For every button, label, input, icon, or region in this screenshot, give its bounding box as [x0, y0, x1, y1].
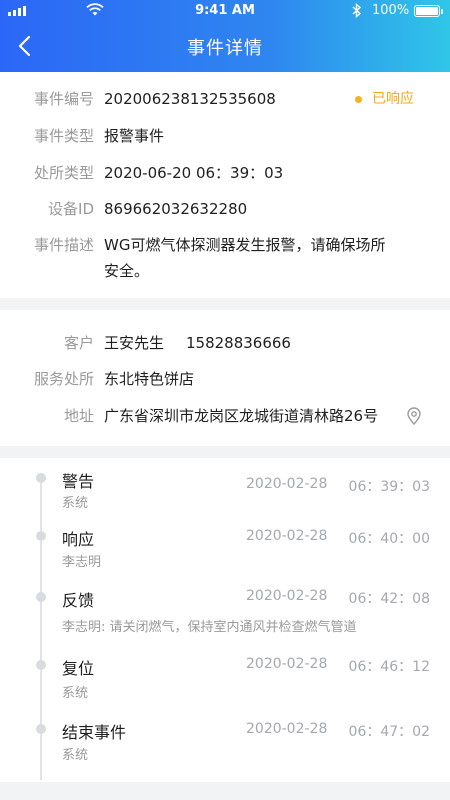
timeline-dot — [36, 660, 46, 670]
event-desc-label: 事件描述 — [33, 236, 94, 254]
timeline-sub: 李志明: 请关闭燃气，保持室内通风并检查燃气管道 — [62, 620, 357, 635]
timeline-dot — [36, 531, 46, 541]
battery-percentage: 100% — [372, 3, 410, 18]
event-info-card: 事件编号 202006238132535608 已响应 事件类型 报警事件 处所… — [0, 72, 450, 298]
event-time-value: 2020-06-20 06：39：03 — [104, 164, 284, 182]
client-name: 王安先生 — [104, 334, 165, 352]
status-bar: 9:41 AM 100% — [0, 0, 450, 22]
event-time-label: 处所类型 — [33, 164, 94, 182]
timeline-title: 结束事件 — [62, 723, 127, 742]
status-dot — [355, 96, 362, 103]
timeline-sub: 李志明 — [62, 555, 102, 570]
location-pin-icon[interactable] — [406, 407, 422, 425]
app-header: 9:41 AM 100% 事件详情 — [0, 0, 450, 72]
timeline-line — [40, 478, 42, 780]
timeline-dot — [36, 473, 46, 483]
event-desc-line1: WG可燃气体探测器发生报警，请确保场所 — [104, 236, 386, 254]
timeline-title: 警告 — [62, 472, 95, 491]
timeline-date: 2020-02-28 — [246, 656, 328, 672]
battery-icon — [414, 5, 443, 17]
timeline-sub: 系统 — [62, 748, 89, 763]
event-type-value: 报警事件 — [104, 127, 165, 145]
customer-card: 客户 王安先生 15828836666 服务处所 东北特色饼店 地址 广东省深圳… — [0, 310, 450, 446]
timeline-date: 2020-02-28 — [246, 721, 328, 737]
venue-value: 东北特色饼店 — [104, 370, 195, 388]
timeline-time: 06：47：02 — [348, 724, 430, 740]
timeline-dot — [36, 724, 46, 734]
timeline-title: 响应 — [62, 530, 95, 549]
event-id-value: 202006238132535608 — [104, 90, 276, 108]
device-id-label: 设备ID — [48, 200, 94, 218]
timeline-date: 2020-02-28 — [246, 588, 328, 604]
device-id-value: 869662032632280 — [104, 200, 248, 218]
timeline-sub: 系统 — [62, 496, 89, 511]
page-title: 事件详情 — [187, 38, 263, 59]
timeline-dot — [36, 592, 46, 602]
timeline-sub: 系统 — [62, 686, 89, 701]
timeline-title: 反馈 — [62, 591, 95, 610]
address-value: 广东省深圳市龙岗区龙城街道清林路26号 — [104, 407, 379, 425]
address-label: 地址 — [63, 407, 94, 425]
event-id-label: 事件编号 — [33, 90, 94, 108]
timeline-date: 2020-02-28 — [246, 476, 328, 492]
client-phone[interactable]: 15828836666 — [186, 332, 291, 354]
timeline-title: 复位 — [62, 659, 95, 678]
event-type-label: 事件类型 — [33, 127, 94, 145]
timeline-time: 06：40：00 — [348, 531, 430, 547]
venue-label: 服务处所 — [33, 370, 94, 388]
event-desc-line2: 安全。 — [104, 262, 150, 280]
client-label: 客户 — [63, 334, 94, 352]
timeline-time: 06：42：08 — [348, 591, 430, 607]
timeline-time: 06：39：03 — [348, 479, 430, 495]
bluetooth-icon — [352, 3, 362, 18]
timeline-date: 2020-02-28 — [246, 528, 328, 544]
timeline-time: 06：46：12 — [348, 659, 430, 675]
status-badge: 已响应 — [372, 91, 414, 107]
